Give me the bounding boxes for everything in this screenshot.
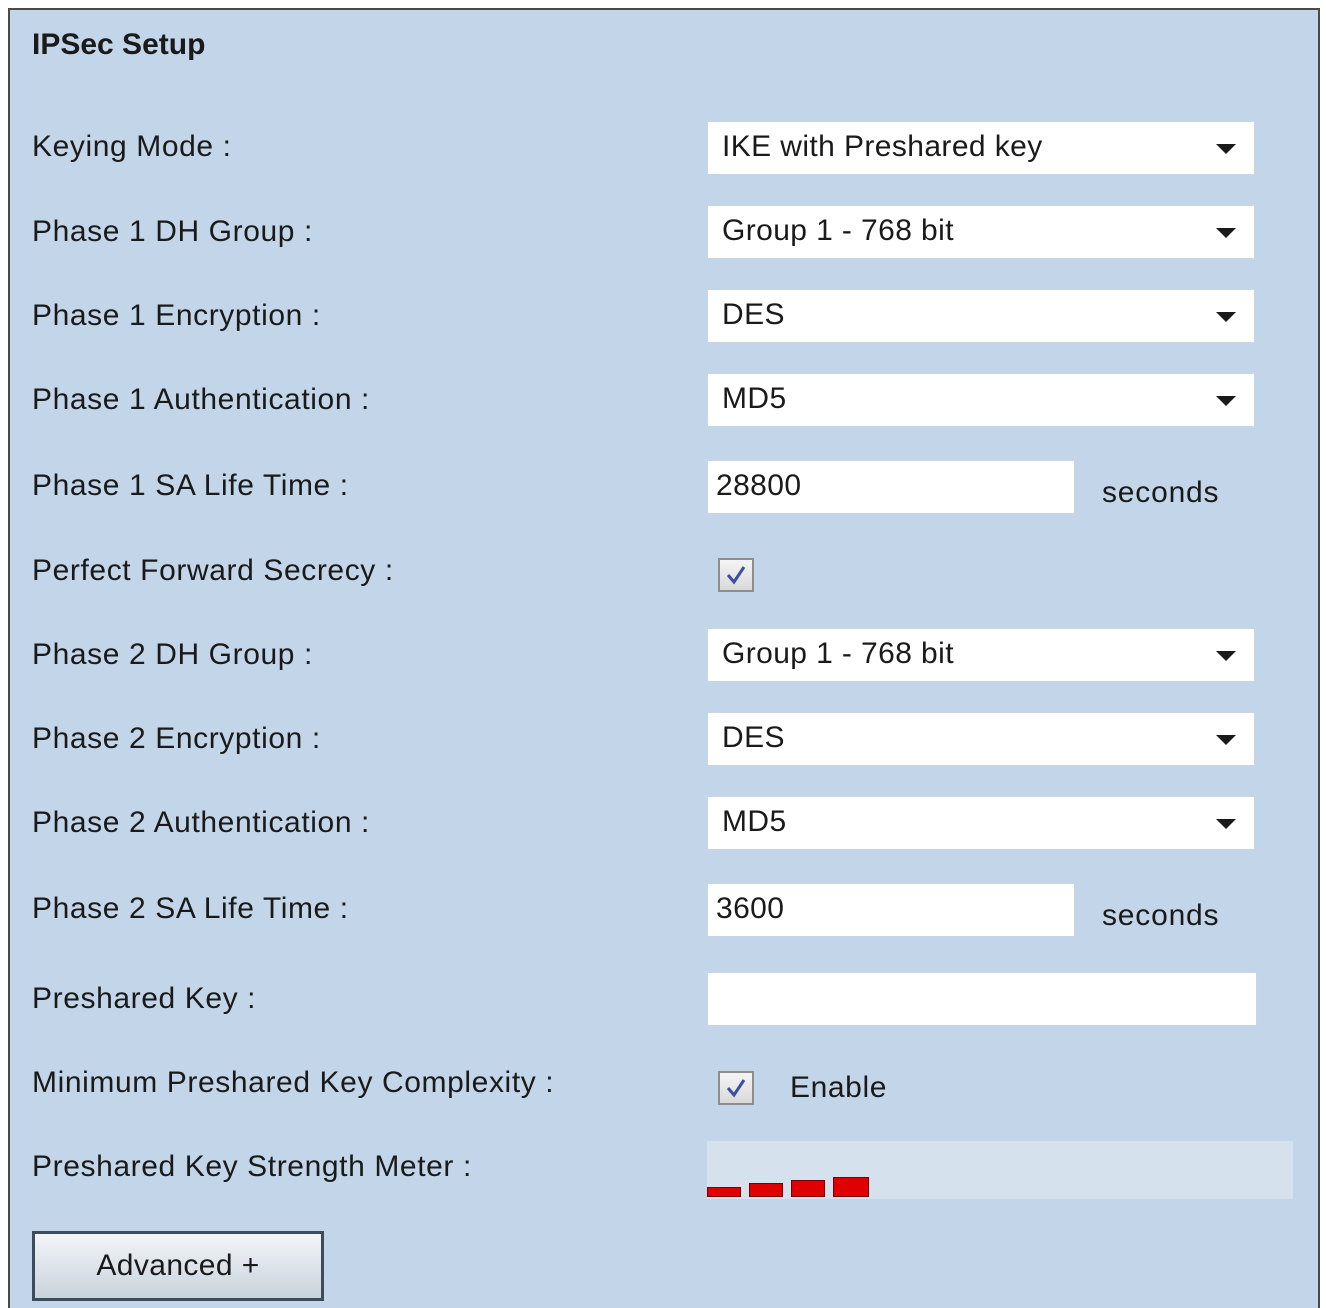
- phase2-encryption-select[interactable]: DES: [707, 712, 1255, 766]
- preshared-key-label: Preshared Key :: [32, 982, 257, 1015]
- phase1-authentication-label: Phase 1 Authentication :: [32, 383, 370, 416]
- phase2-encryption-value: DES: [722, 721, 785, 754]
- phase2-authentication-label: Phase 2 Authentication :: [32, 806, 370, 839]
- phase2-dh-group-select[interactable]: Group 1 - 768 bit: [707, 628, 1255, 682]
- phase1-dh-group-value: Group 1 - 768 bit: [722, 214, 954, 247]
- pfs-label: Perfect Forward Secrecy :: [32, 554, 394, 587]
- phase1-authentication-select[interactable]: MD5: [707, 373, 1255, 427]
- chevron-down-icon: [1216, 651, 1236, 661]
- check-icon: [726, 566, 746, 585]
- phase2-dh-group-label: Phase 2 DH Group :: [32, 638, 313, 671]
- phase2-sa-life-time-input[interactable]: 3600: [707, 883, 1075, 937]
- pfs-checkbox[interactable]: [718, 558, 754, 592]
- phase1-dh-group-label: Phase 1 DH Group :: [32, 215, 313, 248]
- keying-mode-label: Keying Mode :: [32, 130, 232, 163]
- phase2-encryption-label: Phase 2 Encryption :: [32, 722, 321, 755]
- strength-bar-4: [833, 1177, 869, 1197]
- preshared-key-input[interactable]: [707, 972, 1257, 1026]
- phase1-sa-life-time-value: 28800: [716, 469, 802, 502]
- phase2-sa-life-time-unit: seconds: [1102, 899, 1220, 932]
- check-icon: [726, 1079, 746, 1098]
- min-key-complexity-label: Minimum Preshared Key Complexity :: [32, 1066, 555, 1099]
- chevron-down-icon: [1216, 396, 1236, 406]
- keying-mode-select[interactable]: IKE with Preshared key: [707, 121, 1255, 175]
- strength-meter-label: Preshared Key Strength Meter :: [32, 1150, 472, 1183]
- phase2-authentication-value: MD5: [722, 805, 787, 838]
- phase2-sa-life-time-label: Phase 2 SA Life Time :: [32, 892, 349, 925]
- min-key-complexity-enable-label: Enable: [790, 1071, 888, 1104]
- strength-bar-2: [749, 1183, 783, 1197]
- phase2-sa-life-time-value: 3600: [716, 892, 785, 925]
- keying-mode-value: IKE with Preshared key: [722, 130, 1043, 163]
- chevron-down-icon: [1216, 228, 1236, 238]
- strength-bar-3: [791, 1180, 825, 1197]
- chevron-down-icon: [1216, 144, 1236, 154]
- ipsec-setup-panel: IPSec Setup Keying Mode : IKE with Presh…: [8, 8, 1320, 1308]
- phase1-authentication-value: MD5: [722, 382, 787, 415]
- strength-bar-1: [707, 1187, 741, 1197]
- phase2-dh-group-value: Group 1 - 768 bit: [722, 637, 954, 670]
- phase1-sa-life-time-input[interactable]: 28800: [707, 460, 1075, 514]
- phase2-authentication-select[interactable]: MD5: [707, 796, 1255, 850]
- min-key-complexity-checkbox[interactable]: [718, 1071, 754, 1105]
- section-title: IPSec Setup: [32, 28, 206, 61]
- phase1-encryption-select[interactable]: DES: [707, 289, 1255, 343]
- phase1-encryption-label: Phase 1 Encryption :: [32, 299, 321, 332]
- advanced-button[interactable]: Advanced +: [32, 1231, 324, 1301]
- strength-meter: [707, 1141, 1293, 1199]
- chevron-down-icon: [1216, 819, 1236, 829]
- chevron-down-icon: [1216, 312, 1236, 322]
- phase1-sa-life-time-unit: seconds: [1102, 476, 1220, 509]
- phase1-encryption-value: DES: [722, 298, 785, 331]
- phase1-dh-group-select[interactable]: Group 1 - 768 bit: [707, 205, 1255, 259]
- chevron-down-icon: [1216, 735, 1236, 745]
- phase1-sa-life-time-label: Phase 1 SA Life Time :: [32, 469, 349, 502]
